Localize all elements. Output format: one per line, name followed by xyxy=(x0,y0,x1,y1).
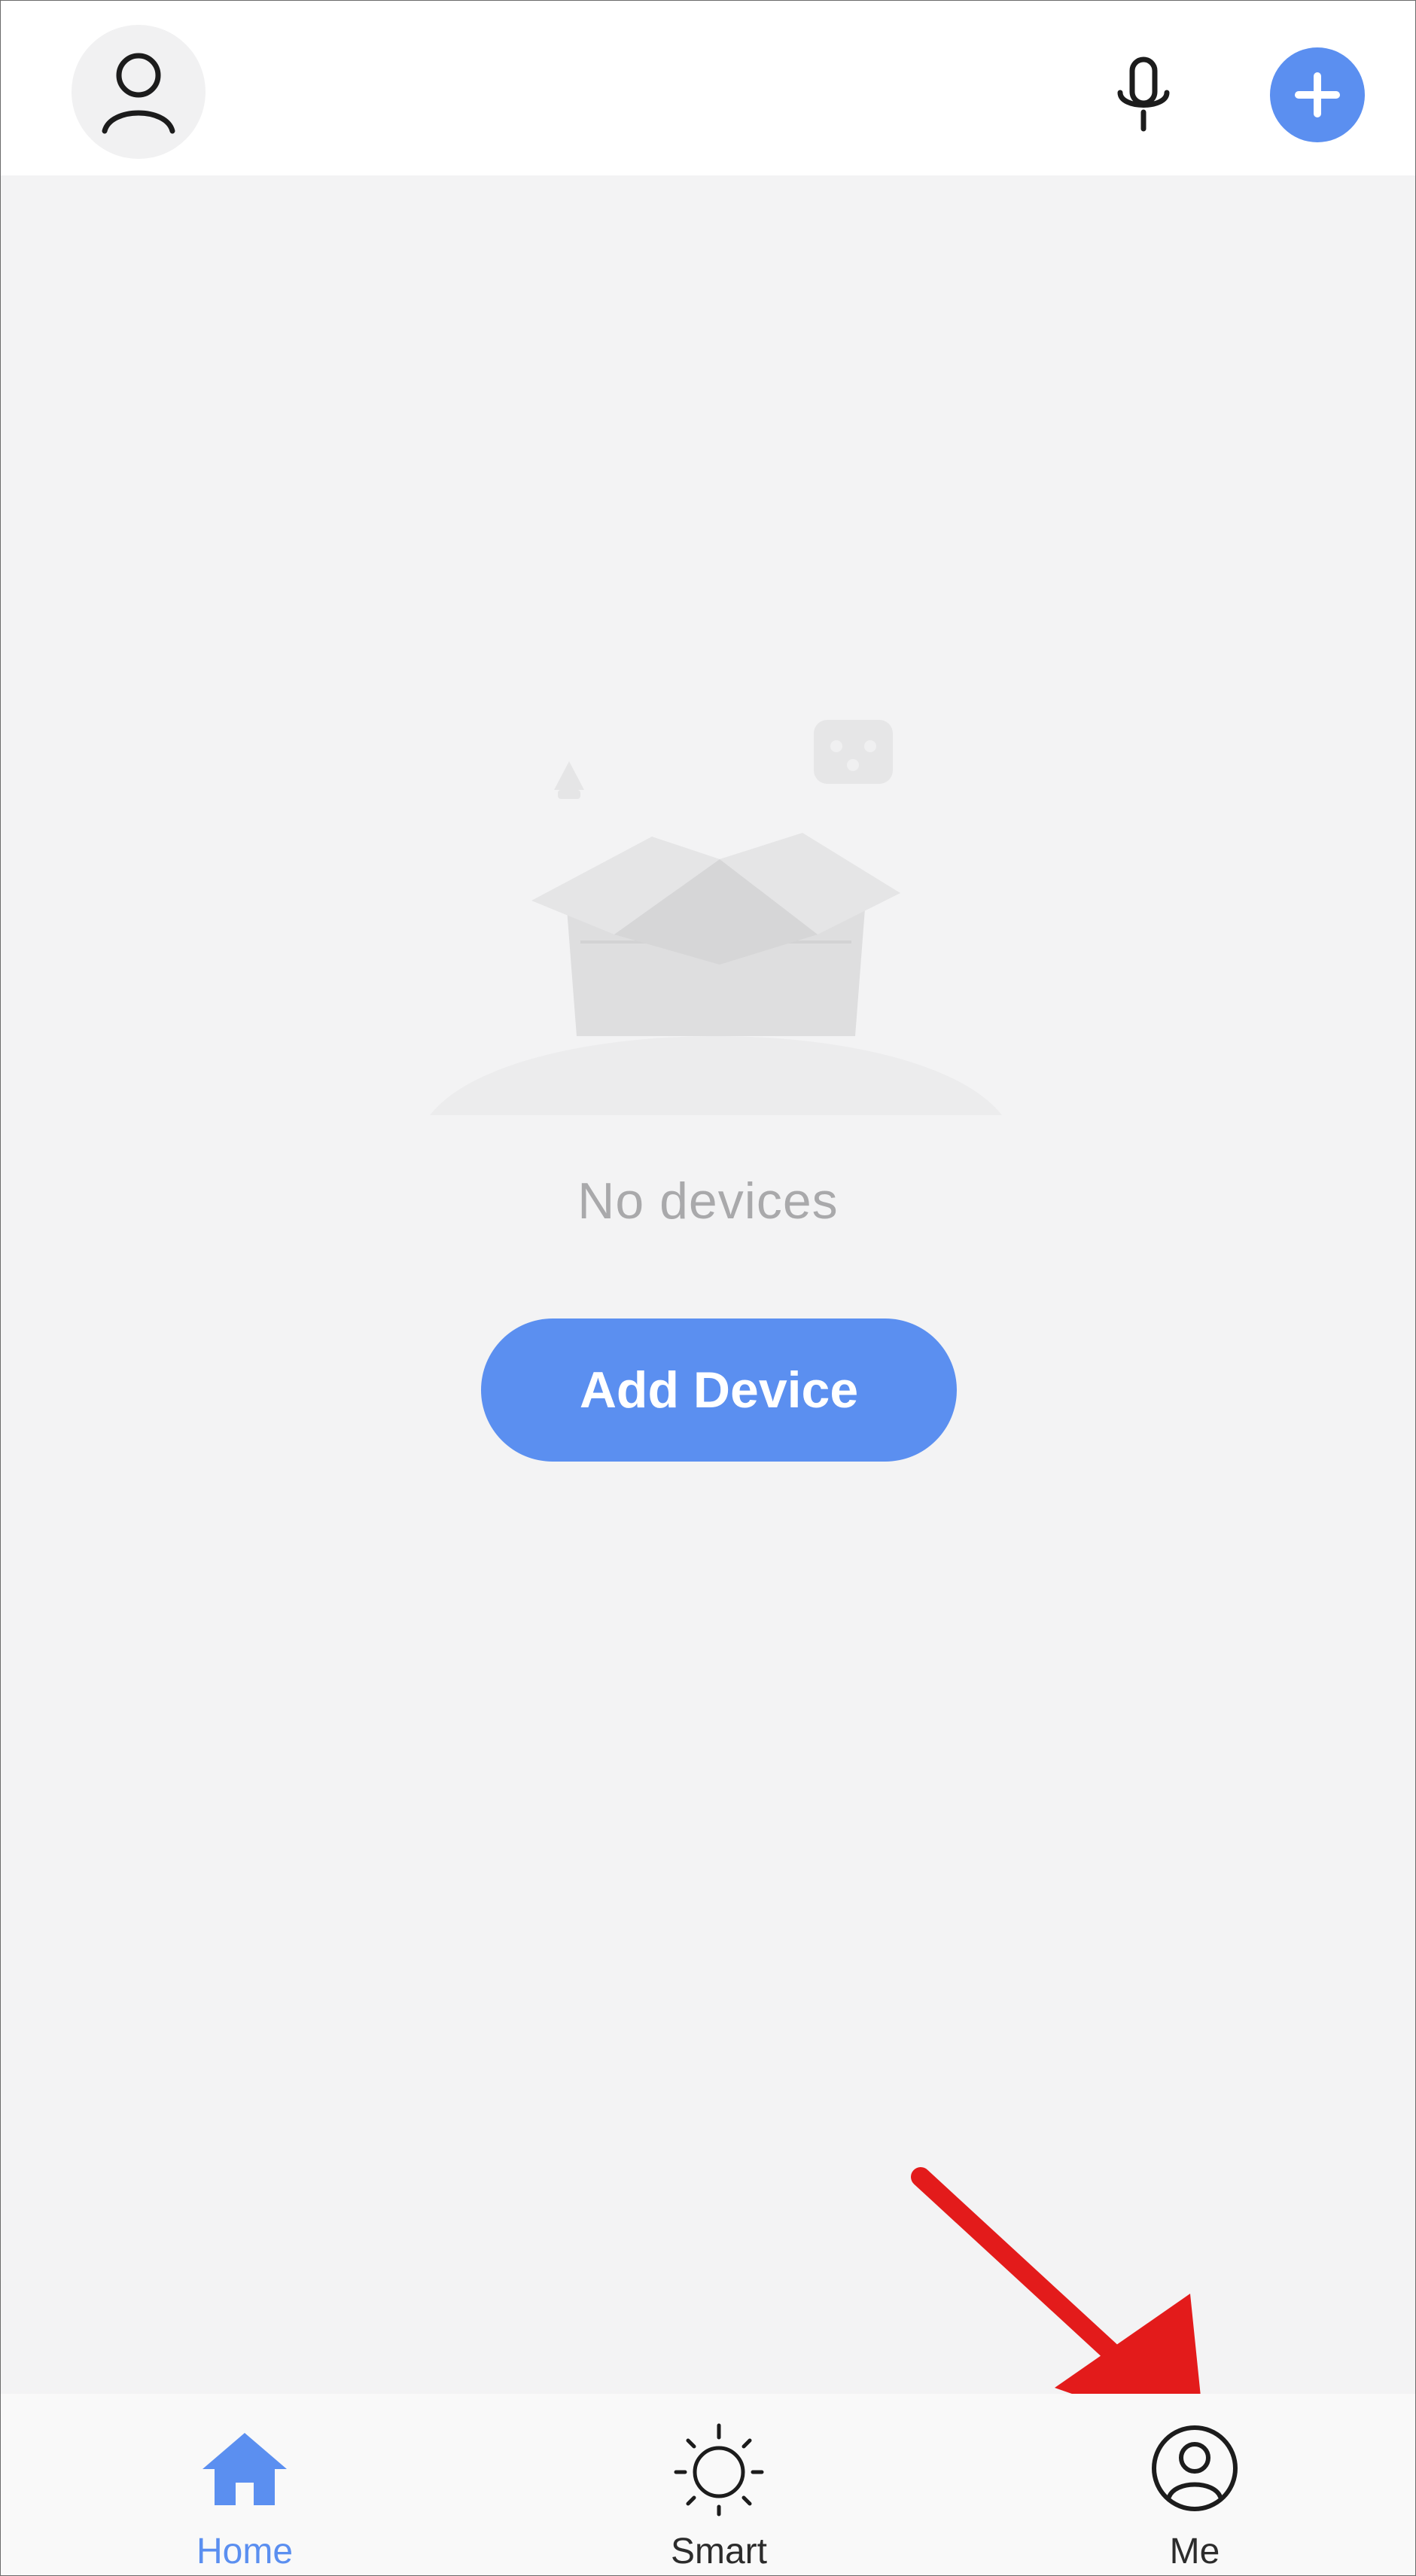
person-outline-icon xyxy=(102,53,175,134)
tab-me[interactable]: Me xyxy=(1082,2394,1308,2575)
tab-home-label: Home xyxy=(196,2532,294,2571)
sun-icon xyxy=(670,2419,768,2517)
plus-icon xyxy=(1295,72,1340,117)
top-header xyxy=(1,1,1415,175)
tab-smart[interactable]: Smart xyxy=(606,2394,832,2575)
tab-me-label: Me xyxy=(1169,2532,1220,2571)
empty-state-message: No devices xyxy=(577,1172,839,1230)
home-icon xyxy=(196,2419,294,2517)
empty-box-illustration xyxy=(430,720,1002,1115)
tab-smart-label: Smart xyxy=(670,2532,767,2571)
voice-button[interactable] xyxy=(1106,53,1181,136)
add-button[interactable] xyxy=(1270,47,1365,142)
user-circle-icon xyxy=(1146,2419,1244,2517)
add-device-button[interactable]: Add Device xyxy=(481,1318,957,1462)
microphone-icon xyxy=(1117,56,1170,132)
bottom-tab-bar: Home Smart Me xyxy=(1,2394,1415,2575)
app-screen: No devices Add Device Home Smart Me xyxy=(0,0,1416,2576)
profile-button[interactable] xyxy=(72,25,206,159)
tab-home[interactable]: Home xyxy=(132,2394,358,2575)
